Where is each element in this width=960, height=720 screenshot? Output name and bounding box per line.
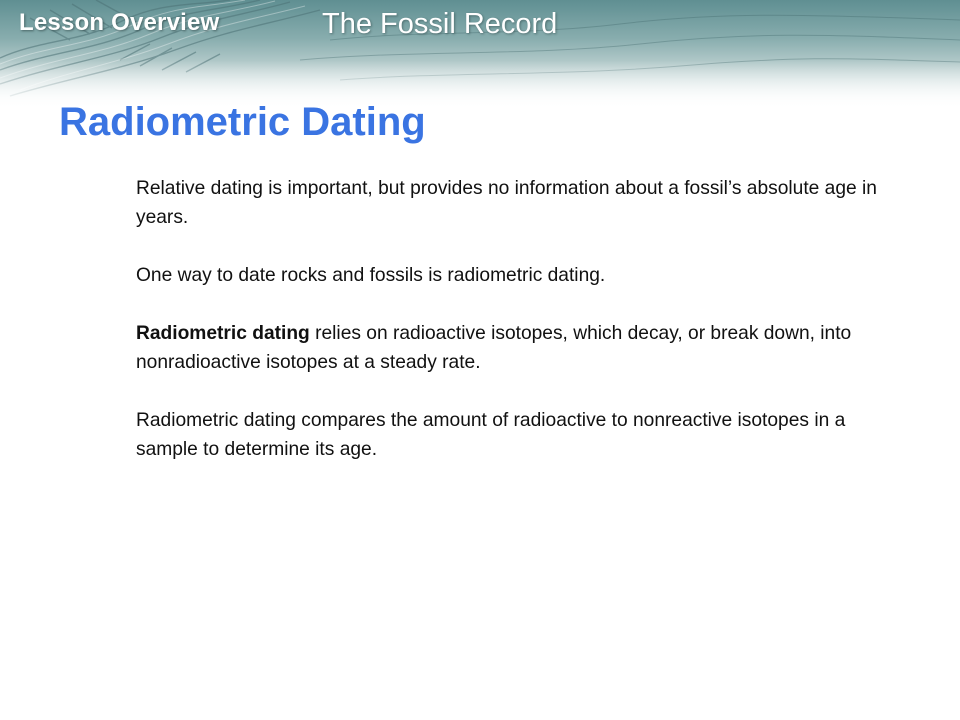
- lesson-title: The Fossil Record: [322, 8, 558, 40]
- paragraph-relative-dating: Relative dating is important, but provid…: [136, 174, 896, 232]
- paragraph-one-way: One way to date rocks and fossils is rad…: [136, 261, 896, 290]
- slide-body: Relative dating is important, but provid…: [136, 174, 896, 493]
- lesson-overview-label: Lesson Overview: [19, 9, 220, 36]
- paragraph-text: Radiometric dating compares the amount o…: [136, 410, 846, 460]
- key-term: Radiometric dating: [136, 323, 310, 344]
- slide-title: Radiometric Dating: [59, 100, 426, 144]
- paragraph-comparison: Radiometric dating compares the amount o…: [136, 406, 896, 464]
- paragraph-text: Relative dating is important, but provid…: [136, 178, 877, 228]
- paragraph-text: One way to date rocks and fossils is rad…: [136, 265, 606, 286]
- slide: Lesson Overview The Fossil Record Radiom…: [0, 0, 960, 720]
- paragraph-definition: Radiometric dating relies on radioactive…: [136, 319, 896, 377]
